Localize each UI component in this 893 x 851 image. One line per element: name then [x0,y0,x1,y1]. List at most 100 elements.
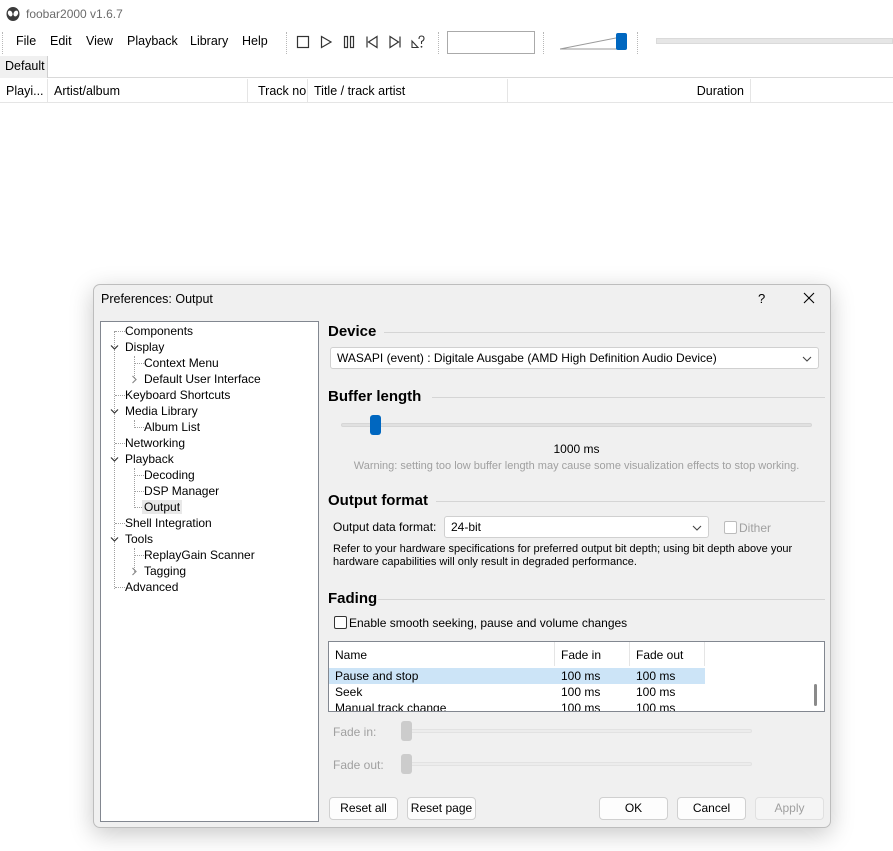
fading-list-scrollbar[interactable] [807,666,824,711]
fading-column-fade-out[interactable]: Fade out [630,642,705,666]
preferences-dialog: Preferences: Output ? Components Display… [93,284,831,828]
fading-row-name: Pause and stop [335,669,419,683]
tree-line [115,443,125,444]
fade-in-slider-thumb [401,721,412,741]
enable-smooth-fading-label: Enable smooth seeking, pause and volume … [349,616,628,630]
fading-row-fade-in: 100 ms [561,669,601,683]
previous-icon [366,35,378,49]
reset-page-button[interactable]: Reset page [407,797,476,820]
tree-item-media-library[interactable]: Media Library [125,404,198,418]
menu-help[interactable]: Help [242,34,268,48]
buffer-length-slider[interactable] [341,423,812,427]
menu-library[interactable]: Library [190,34,228,48]
buffer-length-slider-thumb[interactable] [369,415,381,435]
help-button[interactable]: ? [758,291,765,306]
reset-all-button[interactable]: Reset all [329,797,398,820]
fading-row-fade-out: 100 ms [636,685,676,699]
fading-column-fade-in[interactable]: Fade in [555,642,630,666]
chevron-down-icon[interactable] [110,455,119,464]
tree-line [135,427,144,428]
cancel-button[interactable]: Cancel [677,797,746,820]
menu-playback[interactable]: Playback [127,34,178,48]
output-data-format-combo[interactable]: 24-bit [444,516,709,538]
fading-column-name[interactable]: Name [329,642,555,666]
chevron-right-icon[interactable] [130,567,139,576]
tree-item-keyboard-shortcuts[interactable]: Keyboard Shortcuts [125,388,230,402]
output-format-description-line2: hardware capabilities will only result i… [333,556,637,568]
playlist-tab-default[interactable]: Default [0,56,48,78]
tree-item-context-menu[interactable]: Context Menu [144,356,219,370]
playlist-tab-strip: Default [0,56,893,78]
output-format-description-line1: Refer to your hardware specifications fo… [333,543,793,555]
tree-item-dsp-manager[interactable]: DSP Manager [144,484,219,498]
tree-item-tools[interactable]: Tools [125,532,153,546]
next-button[interactable] [386,34,404,50]
fade-out-slider-thumb [401,754,412,774]
menu-file[interactable]: File [16,34,36,48]
window-title: foobar2000 v1.6.7 [26,7,123,21]
pause-icon [343,35,355,49]
toolbar-separator [286,32,287,54]
tree-item-shell-integration[interactable]: Shell Integration [125,516,212,530]
tree-item-components[interactable]: Components [125,324,193,338]
fading-row[interactable]: Manual track change 100 ms 100 ms [329,700,705,712]
next-icon [389,35,401,49]
chevron-down-icon[interactable] [110,343,119,352]
enable-smooth-fading-checkbox[interactable] [334,616,347,629]
chevron-down-icon[interactable] [110,535,119,544]
fading-row-fade-out: 100 ms [636,669,676,683]
chevron-right-icon[interactable] [130,375,139,384]
fading-row-fade-in: 100 ms [561,685,601,699]
play-button[interactable] [317,34,335,50]
toolbar-separator [438,32,439,54]
apply-button[interactable]: Apply [755,797,824,820]
tree-item-default-user-interface[interactable]: Default User Interface [144,372,261,386]
tree-line [135,475,144,476]
random-icon [411,35,425,49]
seek-bar[interactable] [656,38,893,44]
pause-button[interactable] [340,34,358,50]
device-combo[interactable]: WASAPI (event) : Digitale Ausgabe (AMD H… [330,347,819,369]
menu-view[interactable]: View [86,34,113,48]
column-duration[interactable]: Duration [508,79,751,103]
device-section-title: Device [328,323,377,340]
device-combo-value: WASAPI (event) : Digitale Ausgabe (AMD H… [337,351,717,365]
tree-item-networking[interactable]: Networking [125,436,185,450]
volume-slider-thumb[interactable] [616,33,627,50]
fading-row-name: Seek [335,685,363,699]
tree-item-playback[interactable]: Playback [125,452,174,466]
playback-order-box[interactable] [447,31,535,54]
section-divider [436,501,825,502]
column-playing[interactable]: Playi... [0,79,48,103]
fade-in-slider [401,729,752,733]
fading-row[interactable]: Seek 100 ms 100 ms [329,684,705,700]
column-artist-album[interactable]: Artist/album [48,79,248,103]
tree-item-replaygain-scanner[interactable]: ReplayGain Scanner [144,548,255,562]
scrollbar-thumb[interactable] [814,684,817,706]
fade-out-slider [401,762,752,766]
tree-item-tagging[interactable]: Tagging [144,564,186,578]
ok-button[interactable]: OK [599,797,668,820]
close-icon[interactable] [801,290,817,306]
tree-line [115,395,125,396]
menu-edit[interactable]: Edit [50,34,72,48]
toolbar-separator [637,32,638,54]
fading-row[interactable]: Pause and stop 100 ms 100 ms [329,668,705,684]
fading-section-title: Fading [328,590,378,607]
tree-item-display[interactable]: Display [125,340,164,354]
fading-row-fade-out: 100 ms [636,701,676,712]
chevron-down-icon[interactable] [110,407,119,416]
stop-button[interactable] [294,34,312,50]
dither-checkbox[interactable] [724,521,737,534]
column-title-track-artist[interactable]: Title / track artist [308,79,508,103]
tree-item-output[interactable]: Output [142,500,183,514]
column-track-no[interactable]: Track no [248,79,308,103]
tree-item-album-list[interactable]: Album List [144,420,200,434]
output-data-format-value: 24-bit [451,520,482,534]
output-format-section-title: Output format [328,492,428,509]
random-button[interactable] [409,34,427,50]
previous-button[interactable] [363,34,381,50]
tree-item-advanced[interactable]: Advanced [125,580,178,594]
tree-item-decoding[interactable]: Decoding [144,468,195,482]
fade-out-label: Fade out: [333,758,384,772]
